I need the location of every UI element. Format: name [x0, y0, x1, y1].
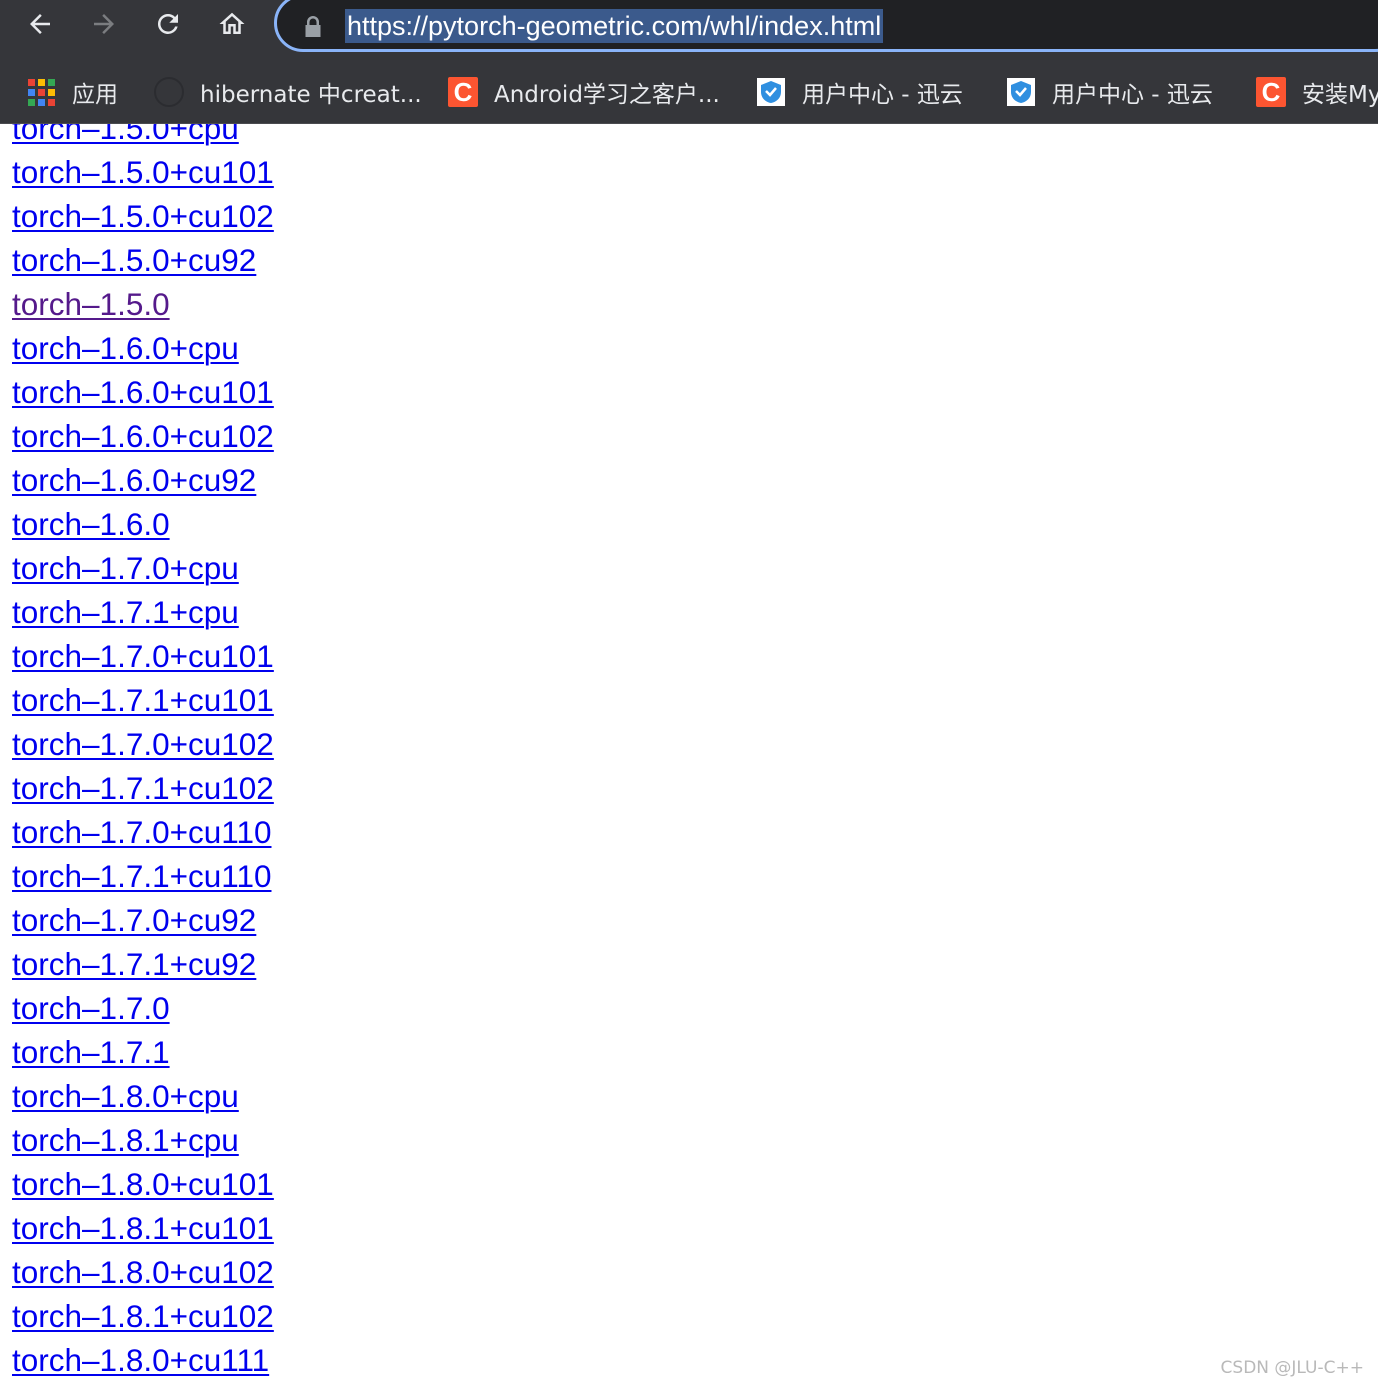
wheel-link[interactable]: torch–1.5.0	[12, 282, 170, 326]
bookmark-user-center-2[interactable]: 用户中心 - 迅云	[1006, 75, 1213, 109]
wheel-link[interactable]: torch–1.6.0	[12, 502, 170, 546]
list-item: torch–1.5.0+cu92	[12, 238, 274, 282]
wheel-link[interactable]: torch–1.6.0+cu101	[12, 370, 274, 414]
list-item: torch–1.6.0+cu102	[12, 414, 274, 458]
list-item: torch–1.6.0+cpu	[12, 326, 274, 370]
list-item: torch–1.7.1	[12, 1030, 274, 1074]
wheel-link[interactable]: torch–1.5.0+cu102	[12, 194, 274, 238]
home-button[interactable]	[212, 4, 252, 44]
bookmark-hibernate[interactable]: hibernate 中creat...	[154, 75, 422, 109]
wheel-link[interactable]: torch–1.6.0+cpu	[12, 326, 239, 370]
wheel-link[interactable]: torch–1.7.0+cu92	[12, 898, 256, 942]
wheel-link[interactable]: torch–1.7.1	[12, 1030, 170, 1074]
shield-icon	[1006, 77, 1036, 107]
csdn-watermark: CSDN @JLU-C++	[1220, 1358, 1364, 1378]
wheel-link[interactable]: torch–1.8.0+cpu	[12, 1074, 239, 1118]
list-item: torch–1.6.0+cu101	[12, 370, 274, 414]
list-item: torch–1.8.0+cu102	[12, 1250, 274, 1294]
list-item: torch–1.5.0+cu101	[12, 150, 274, 194]
list-item: torch–1.5.0	[12, 282, 274, 326]
list-item: torch–1.6.0	[12, 502, 274, 546]
list-item: torch–1.5.0+cpu	[12, 124, 274, 150]
forward-button[interactable]	[84, 4, 124, 44]
list-item: torch–1.7.0+cu92	[12, 898, 274, 942]
apps-grid-icon	[26, 77, 56, 107]
list-item: torch–1.7.0+cu102	[12, 722, 274, 766]
wheel-link[interactable]: torch–1.7.1+cu92	[12, 942, 256, 986]
reload-button[interactable]	[148, 4, 188, 44]
list-item: torch–1.8.1+cu102	[12, 1294, 274, 1338]
list-item: torch–1.7.1+cu110	[12, 854, 274, 898]
bookmark-label: 安装My	[1302, 82, 1378, 108]
list-item: torch–1.7.1+cu92	[12, 942, 274, 986]
globe-icon	[154, 77, 184, 107]
arrow-left-icon	[30, 14, 50, 34]
home-icon	[219, 12, 245, 34]
bookmark-label: Android学习之客户...	[494, 82, 720, 108]
reload-icon	[157, 13, 178, 34]
list-item: torch–1.5.0+cu102	[12, 194, 274, 238]
bookmarks-bar: 应用 hibernate 中creat... C Android学习之客户...…	[0, 62, 1378, 124]
list-item: torch–1.8.0+cu101	[12, 1162, 274, 1206]
wheel-link-list: torch–1.5.0+cpu torch–1.5.0+cu101 torch–1.…	[12, 124, 274, 1382]
wheel-link[interactable]: torch–1.7.1+cu102	[12, 766, 274, 810]
wheel-link[interactable]: torch–1.8.0+cu102	[12, 1250, 274, 1294]
wheel-link[interactable]: torch–1.5.0+cpu	[12, 124, 239, 150]
wheel-link[interactable]: torch–1.8.1+cu101	[12, 1206, 274, 1250]
wheel-link[interactable]: torch–1.7.0+cu102	[12, 722, 274, 766]
list-item: torch–1.7.1+cu102	[12, 766, 274, 810]
csdn-icon: C	[448, 77, 478, 107]
list-item: torch–1.7.1+cpu	[12, 590, 274, 634]
list-item: torch–1.8.1+cpu	[12, 1118, 274, 1162]
wheel-link[interactable]: torch–1.7.1+cpu	[12, 590, 239, 634]
list-item: torch–1.7.0+cpu	[12, 546, 274, 590]
list-item: torch–1.8.0+cpu	[12, 1074, 274, 1118]
bookmark-apps[interactable]: 应用	[26, 75, 118, 109]
list-item: torch–1.7.0	[12, 986, 274, 1030]
bookmark-label: hibernate 中creat...	[200, 82, 422, 108]
wheel-link[interactable]: torch–1.5.0+cu92	[12, 238, 256, 282]
arrow-right-icon	[94, 14, 114, 34]
list-item: torch–1.6.0+cu92	[12, 458, 274, 502]
wheel-link[interactable]: torch–1.7.0+cu101	[12, 634, 274, 678]
wheel-link[interactable]: torch–1.7.1+cu101	[12, 678, 274, 722]
bookmark-install[interactable]: C 安装My	[1256, 75, 1378, 109]
wheel-link[interactable]: torch–1.8.1+cu102	[12, 1294, 274, 1338]
list-item: torch–1.8.1+cu101	[12, 1206, 274, 1250]
bookmark-label: 用户中心 - 迅云	[1052, 82, 1213, 108]
bookmark-label: 应用	[72, 82, 118, 108]
bookmark-user-center-1[interactable]: 用户中心 - 迅云	[756, 75, 963, 109]
wheel-link[interactable]: torch–1.6.0+cu92	[12, 458, 256, 502]
url-text[interactable]: https://pytorch-geometric.com/whl/index.…	[345, 9, 884, 43]
bookmark-android[interactable]: C Android学习之客户...	[448, 75, 720, 109]
wheel-link[interactable]: torch–1.7.0+cpu	[12, 546, 239, 590]
wheel-link[interactable]: torch–1.6.0+cu102	[12, 414, 274, 458]
wheel-link[interactable]: torch–1.7.0	[12, 986, 170, 1030]
list-item: torch–1.7.1+cu101	[12, 678, 274, 722]
shield-icon	[756, 77, 786, 107]
back-button[interactable]	[20, 4, 60, 44]
wheel-link[interactable]: torch–1.7.1+cu110	[12, 854, 272, 898]
wheel-link[interactable]: torch–1.8.1+cpu	[12, 1118, 239, 1162]
bookmark-label: 用户中心 - 迅云	[802, 82, 963, 108]
list-item: torch–1.7.0+cu110	[12, 810, 274, 854]
lock-icon[interactable]	[303, 15, 323, 39]
wheel-link[interactable]: torch–1.7.0+cu110	[12, 810, 272, 854]
wheel-link[interactable]: torch–1.8.0+cu111	[12, 1338, 269, 1382]
page-content: torch–1.5.0+cpu torch–1.5.0+cu101 torch–1.…	[0, 124, 1378, 1384]
address-bar[interactable]: https://pytorch-geometric.com/whl/index.…	[274, 0, 1378, 52]
browser-toolbar: https://pytorch-geometric.com/whl/index.…	[0, 0, 1378, 62]
list-item: torch–1.7.0+cu101	[12, 634, 274, 678]
list-item: torch–1.8.0+cu111	[12, 1338, 274, 1382]
wheel-link[interactable]: torch–1.8.0+cu101	[12, 1162, 274, 1206]
wheel-link[interactable]: torch–1.5.0+cu101	[12, 150, 274, 194]
csdn-icon: C	[1256, 77, 1286, 107]
